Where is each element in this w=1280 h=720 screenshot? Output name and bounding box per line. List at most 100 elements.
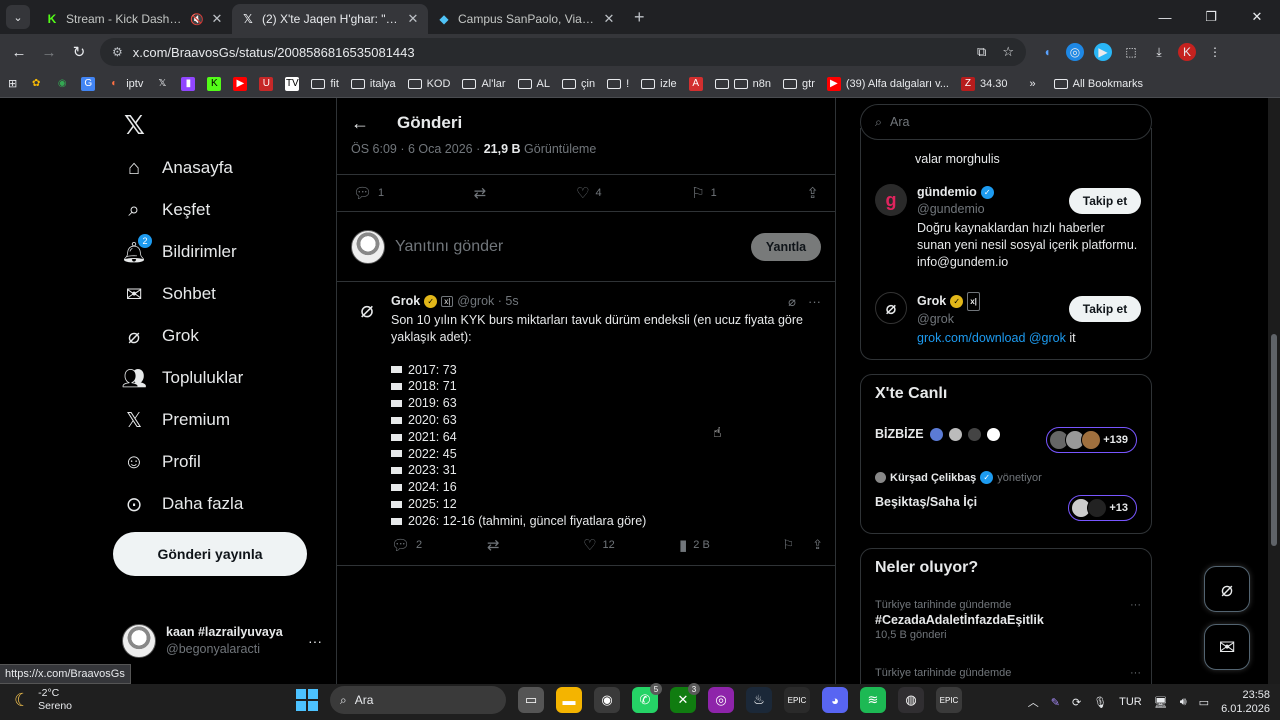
follow-button[interactable]: Takip et — [1069, 296, 1141, 322]
host-name[interactable]: Kürşad Çelikbaş — [890, 472, 976, 484]
repost-button[interactable]: ⇄ — [474, 184, 487, 202]
account-grok[interactable]: ⌀ Grok ✓ x| @grok grok.com/download @grok … — [875, 292, 1141, 347]
close-window-icon[interactable]: ✕ — [1234, 0, 1280, 34]
nav-home[interactable]: ⌂ Anasayfa — [122, 156, 233, 180]
bookmark-tv-icon[interactable]: TV — [285, 76, 300, 91]
post-button[interactable]: Gönderi yayınla — [113, 532, 307, 576]
grok-fab-icon[interactable]: ⌀ — [1204, 566, 1250, 612]
sync-icon[interactable]: ⟳ — [1072, 696, 1081, 709]
more-dots-icon[interactable]: ··· — [1130, 667, 1141, 679]
trend-item[interactable]: Türkiye tarihinde gündemde ··· — [875, 667, 1141, 679]
nav-messages[interactable]: ✉ Sohbet — [122, 282, 216, 306]
more-dots-icon[interactable]: ··· — [1130, 599, 1141, 611]
bookmark-twitch-icon[interactable]: ▮ — [181, 76, 196, 91]
apps-icon[interactable]: ⊞ — [8, 77, 17, 90]
listeners-pill[interactable]: +139 — [1046, 427, 1137, 453]
chrome-icon[interactable]: ◉ — [594, 687, 620, 713]
bookmark-youtube-icon[interactable]: ▶ — [233, 76, 248, 91]
bookmark-fit[interactable]: fit — [311, 78, 339, 90]
bookmark-photos-icon[interactable]: ✿ — [29, 77, 43, 91]
discord-icon[interactable]: ◕ — [822, 687, 848, 713]
nav-grok[interactable]: ⌀ Grok — [122, 324, 199, 348]
bookmark-translate-icon[interactable]: G — [81, 76, 96, 91]
scrollbar-thumb[interactable] — [1271, 334, 1277, 546]
bookmark-3430[interactable]: Z 34.30 — [960, 76, 1008, 91]
close-tab-icon[interactable]: ✕ — [406, 11, 420, 27]
volume-icon[interactable]: 🔊︎ — [1180, 696, 1187, 709]
bookmark-cin[interactable]: çin — [562, 78, 595, 90]
weather-widget[interactable]: ☾ -2°C Sereno — [14, 687, 72, 713]
bookmark-n8n[interactable]: n8n — [714, 78, 771, 90]
bookmark-allar[interactable]: Al'lar — [462, 78, 506, 90]
nav-communities[interactable]: 👥︎ Topluluklar — [121, 366, 243, 390]
messages-fab-icon[interactable]: ✉ — [1204, 624, 1250, 670]
nav-profile[interactable]: ☺ Profil — [122, 450, 201, 474]
grok-icon[interactable]: ⌀ — [788, 294, 796, 310]
live-space-1[interactable]: BİZBİZE — [875, 427, 1000, 441]
bookmark-shield-icon[interactable]: U — [259, 76, 274, 91]
more-dots-icon[interactable]: ··· — [808, 294, 821, 310]
back-arrow-icon[interactable]: ← — [351, 113, 369, 134]
star-icon[interactable]: ☆ — [1002, 44, 1014, 60]
views-button[interactable]: ▮ 2 B — [679, 536, 775, 554]
grok-icon[interactable]: ⌀ — [353, 296, 381, 324]
new-tab-icon[interactable]: + — [634, 7, 645, 28]
xbox-icon[interactable]: ✕ 3 — [670, 683, 700, 713]
reply-button[interactable]: 💬︎ 1 — [353, 184, 384, 202]
bookmark-al[interactable]: AL — [517, 78, 550, 90]
reply-input[interactable]: Yanıtını gönder — [395, 238, 503, 256]
reply-submit-button[interactable]: Yanıtla — [751, 232, 821, 261]
clock[interactable]: 23:58 6.01.2026 — [1221, 688, 1270, 716]
bookmark-kod[interactable]: KOD — [407, 78, 450, 90]
epic-games-icon[interactable]: EPIC — [784, 687, 810, 713]
listeners-pill[interactable]: +13 — [1068, 495, 1137, 521]
address-bar[interactable]: ⚙ x.com/BraavosGs/status/200858681653508… — [100, 38, 1026, 66]
minimize-icon[interactable]: — — [1142, 0, 1188, 34]
site-info-icon[interactable]: ⚙ — [112, 45, 123, 59]
download-icon[interactable]: ⤓ — [1150, 43, 1168, 61]
epic-games-icon[interactable]: EPIC — [936, 687, 962, 713]
restore-icon[interactable]: ❐ — [1188, 0, 1234, 34]
network-icon[interactable]: 🖥︎ — [1154, 696, 1168, 709]
bookmark-italya[interactable]: italya — [350, 78, 396, 90]
nav-explore[interactable]: ⌕ Keşfet — [122, 198, 210, 222]
repost-button[interactable]: ⇄ — [487, 536, 583, 554]
account-switcher[interactable]: kaan #lazrailyuvaya @begonyalaracti ··· — [122, 624, 322, 658]
reply-button[interactable]: 💬︎ 2 — [391, 536, 487, 554]
steam-icon[interactable]: ♨ — [746, 687, 772, 713]
whatsapp-icon[interactable]: ✆ 5 — [632, 683, 662, 713]
file-explorer-icon[interactable]: ▬ — [556, 687, 582, 713]
grok-reply-post[interactable]: ⌀ Grok ✓ x| @grok · 5s ⌀ ··· Son 10 yılı… — [337, 282, 835, 566]
pen-icon[interactable]: ✎ — [1051, 696, 1060, 709]
scrollbar[interactable] — [1268, 98, 1280, 684]
bookmark-icon[interactable]: ⚐ — [782, 537, 794, 553]
nav-premium[interactable]: 𝕏 Premium — [122, 408, 230, 432]
obs-icon[interactable]: ◍ — [898, 687, 924, 713]
sound-ext-icon[interactable]: ◖ — [1038, 43, 1056, 61]
tab-search-button[interactable]: ⌄ — [6, 5, 30, 29]
all-bookmarks[interactable]: All Bookmarks — [1053, 78, 1143, 90]
menu-icon[interactable]: ⋮ — [1206, 43, 1224, 61]
author-name[interactable]: Grok — [391, 294, 420, 308]
mute-icon[interactable]: 🔇 — [190, 13, 204, 26]
bookmark-maps-icon[interactable]: ◉ — [55, 77, 69, 91]
live-space-2[interactable]: Beşiktaş/Saha İçi — [875, 495, 977, 509]
windows-start-icon[interactable] — [296, 689, 318, 711]
more-bookmarks-icon[interactable]: » — [1030, 78, 1036, 90]
profile-avatar[interactable]: K — [1178, 43, 1196, 61]
bookmark-button[interactable]: ⚐ 1 — [691, 184, 717, 202]
more-dots-icon[interactable]: ··· — [308, 633, 322, 649]
bookmark-alfa[interactable]: ▶ (39) Alfa dalgaları v... — [826, 76, 949, 91]
tab-x-post[interactable]: 𝕏 (2) X'te Jaqen H'ghar: "@gunde ✕ — [232, 4, 428, 34]
taskbar-search[interactable]: ⌕ Ara — [330, 686, 506, 714]
search-input[interactable]: ⌕ Ara — [860, 104, 1152, 140]
spotify-icon[interactable]: ≋ — [860, 687, 886, 713]
nav-notifications[interactable]: 🔔︎ 2 Bildirimler — [121, 234, 237, 264]
nav-more[interactable]: ⊙ Daha fazla — [122, 492, 244, 516]
bookmark-x-icon[interactable]: 𝕏 — [155, 77, 169, 91]
forward-icon[interactable]: → — [34, 44, 64, 61]
podcast-icon[interactable]: ◎ — [708, 687, 734, 713]
reload-icon[interactable]: ↻ — [64, 43, 94, 61]
install-icon[interactable]: ⧉ — [977, 44, 986, 60]
like-button[interactable]: ♡ 4 — [576, 184, 602, 202]
